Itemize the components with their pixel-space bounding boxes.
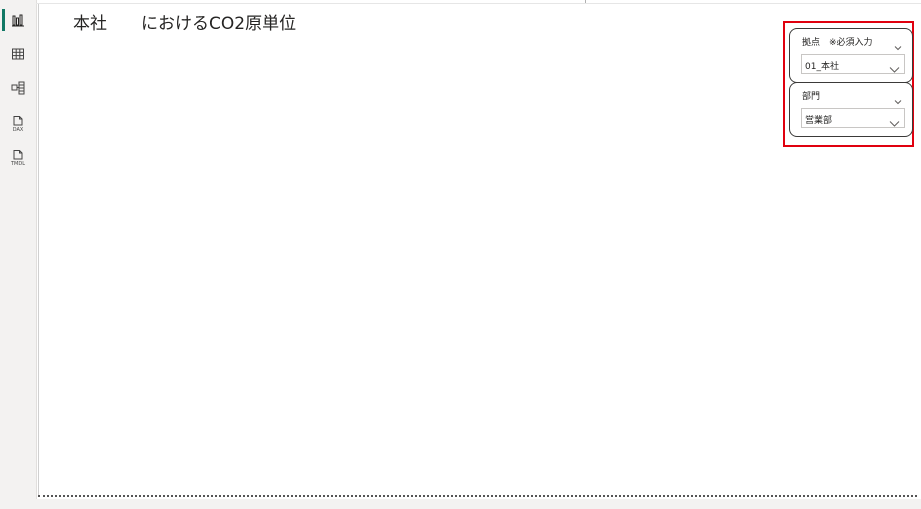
- tmdl-view-button[interactable]: TMDL: [2, 142, 34, 170]
- view-switcher-rail: DAX TMDL: [0, 0, 37, 509]
- report-app: DAX TMDL 本社 におけるCO2原単位 拠点 ※必須入力 01_本社 部門…: [0, 0, 921, 509]
- model-view-icon: [11, 81, 25, 95]
- dax-sublabel: DAX: [12, 127, 24, 133]
- dax-query-view-button[interactable]: DAX: [2, 108, 34, 136]
- slicer-department[interactable]: 部門 営業部: [789, 82, 913, 137]
- slicer-location-dropdown[interactable]: 01_本社: [801, 54, 905, 74]
- bottom-strip: [36, 499, 921, 509]
- chevron-down-icon: [889, 59, 900, 78]
- report-view-icon: [11, 13, 25, 27]
- chevron-down-icon[interactable]: [894, 90, 902, 109]
- page-boundary: [38, 495, 917, 497]
- slicer-location[interactable]: 拠点 ※必須入力 01_本社: [789, 28, 913, 83]
- tmdl-sublabel: TMDL: [10, 161, 25, 167]
- table-view-icon: [11, 47, 25, 61]
- ruler-tick: [585, 0, 586, 3]
- slicer-department-header: 部門: [802, 92, 821, 102]
- slicer-department-value: 営業部: [805, 116, 833, 126]
- slicer-department-dropdown[interactable]: 営業部: [801, 108, 905, 128]
- slicer-location-value: 01_本社: [805, 62, 839, 72]
- chevron-down-icon: [889, 113, 900, 132]
- slicer-location-header: 拠点 ※必須入力: [802, 38, 873, 48]
- chevron-down-icon[interactable]: [894, 36, 902, 55]
- model-view-button[interactable]: [2, 74, 34, 102]
- report-view-button[interactable]: [2, 6, 34, 34]
- page-title: 本社 におけるCO2原単位: [73, 14, 297, 34]
- table-view-button[interactable]: [2, 40, 34, 68]
